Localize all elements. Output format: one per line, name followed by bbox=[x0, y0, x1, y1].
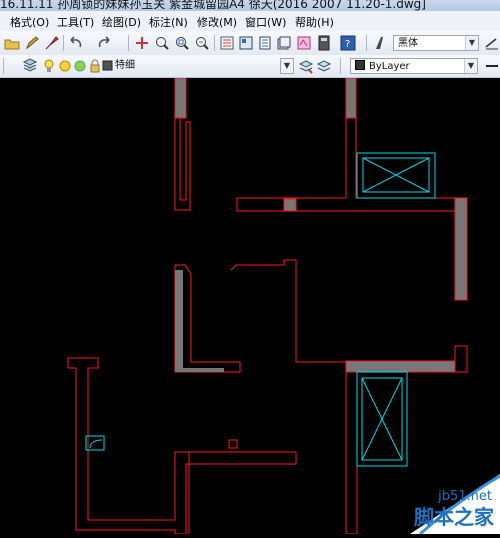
lineweight-icon[interactable] bbox=[484, 58, 500, 74]
layer-dropdown[interactable]: 特细 bbox=[111, 58, 292, 74]
dimension-icon[interactable] bbox=[484, 35, 500, 51]
wall-fill bbox=[174, 77, 187, 119]
watermark-brand: 脚本之家 bbox=[414, 505, 494, 529]
wall-outline bbox=[236, 78, 456, 212]
chevron-down-icon: ▼ bbox=[465, 36, 478, 50]
undo-icon[interactable] bbox=[68, 35, 84, 51]
design-center-icon[interactable] bbox=[238, 35, 254, 51]
menu-help[interactable]: 帮助(H) bbox=[295, 14, 334, 30]
menu-modify[interactable]: 修改(M) bbox=[197, 14, 237, 30]
sun-icon[interactable] bbox=[57, 58, 73, 74]
drawing-canvas[interactable]: jb51.net 脚本之家 bbox=[0, 77, 500, 535]
wall-fill bbox=[175, 270, 224, 372]
redo-icon[interactable] bbox=[96, 35, 112, 51]
make-current-icon[interactable] bbox=[298, 58, 314, 74]
menu-tools[interactable]: 工具(T) bbox=[57, 14, 94, 30]
help-icon[interactable]: ? bbox=[340, 35, 356, 51]
svg-text:?: ? bbox=[345, 39, 350, 50]
wall-fill bbox=[345, 360, 456, 373]
properties-icon[interactable] bbox=[219, 35, 235, 51]
wall-fill bbox=[283, 198, 297, 212]
menu-bar: 格式(O) 工具(T) 绘图(D) 标注(N) 修改(M) 窗口(W) 帮助(H… bbox=[0, 11, 500, 32]
small-fixture-arc bbox=[89, 439, 103, 449]
window-cross bbox=[362, 157, 430, 193]
wall-outline bbox=[228, 439, 238, 449]
toolbar-separator bbox=[214, 35, 215, 51]
calculator-icon[interactable] bbox=[316, 35, 332, 51]
color-swatch-icon[interactable] bbox=[72, 58, 88, 74]
layer-manager-icon[interactable] bbox=[22, 58, 38, 74]
toolbar-separator bbox=[366, 35, 367, 51]
toolbar-separator bbox=[340, 58, 341, 74]
zoom-window-icon[interactable] bbox=[174, 35, 190, 51]
wall-outline bbox=[454, 197, 468, 301]
toolbar-separator bbox=[63, 35, 64, 51]
wall-outline bbox=[67, 357, 297, 535]
text-style-icon[interactable] bbox=[372, 35, 388, 51]
open-folder-icon[interactable] bbox=[4, 35, 20, 51]
small-fixture bbox=[85, 435, 105, 451]
linetype-dropdown[interactable]: ByLayer ▼ bbox=[350, 58, 478, 74]
standard-toolbar: ? 黑体 ▼ bbox=[0, 31, 500, 56]
color-swatch bbox=[355, 60, 365, 70]
layer-dropdown-arrow[interactable]: ▼ bbox=[280, 58, 294, 74]
menu-format[interactable]: 格式(O) bbox=[10, 14, 49, 30]
chevron-down-icon: ▼ bbox=[281, 59, 293, 73]
zoom-realtime-icon[interactable] bbox=[154, 35, 170, 51]
layers-toolbar: 特细 ▼ ByLayer ▼ bbox=[0, 55, 500, 78]
chevron-down-icon: ▼ bbox=[464, 59, 477, 73]
markup-icon[interactable] bbox=[296, 35, 312, 51]
wall-outline bbox=[174, 264, 241, 373]
door-cross bbox=[361, 377, 403, 461]
text-style-dropdown[interactable]: 黑体 ▼ bbox=[393, 35, 479, 51]
linetype-value: ByLayer bbox=[369, 61, 410, 72]
sheet-set-icon[interactable] bbox=[276, 35, 292, 51]
pencil-icon[interactable] bbox=[24, 35, 40, 51]
title-bar: 16.11.11 孙周锁的妹妹孙玉关 紫金城留园A4 徐天(2016 2007 … bbox=[0, 0, 500, 11]
watermark: jb51.net 脚本之家 bbox=[350, 464, 500, 534]
wall-fill bbox=[345, 77, 357, 119]
menu-draw[interactable]: 绘图(D) bbox=[102, 14, 141, 30]
menu-dimension[interactable]: 标注(N) bbox=[149, 14, 188, 30]
window-title: 16.11.11 孙周锁的妹妹孙玉关 紫金城留园A4 徐天(2016 2007 … bbox=[0, 0, 426, 11]
zoom-previous-icon[interactable] bbox=[194, 35, 210, 51]
text-style-value: 黑体 bbox=[398, 38, 418, 49]
tool-palette-icon[interactable] bbox=[257, 35, 273, 51]
layer-name: 特细 bbox=[115, 60, 135, 71]
pan-icon[interactable] bbox=[134, 35, 150, 51]
layer-previous-icon[interactable] bbox=[316, 58, 332, 74]
toolbar-grip bbox=[3, 58, 4, 74]
lightbulb-icon[interactable] bbox=[41, 58, 57, 74]
menu-window[interactable]: 窗口(W) bbox=[245, 14, 286, 30]
toolbar-separator bbox=[128, 35, 129, 51]
brush-icon[interactable] bbox=[44, 35, 60, 51]
